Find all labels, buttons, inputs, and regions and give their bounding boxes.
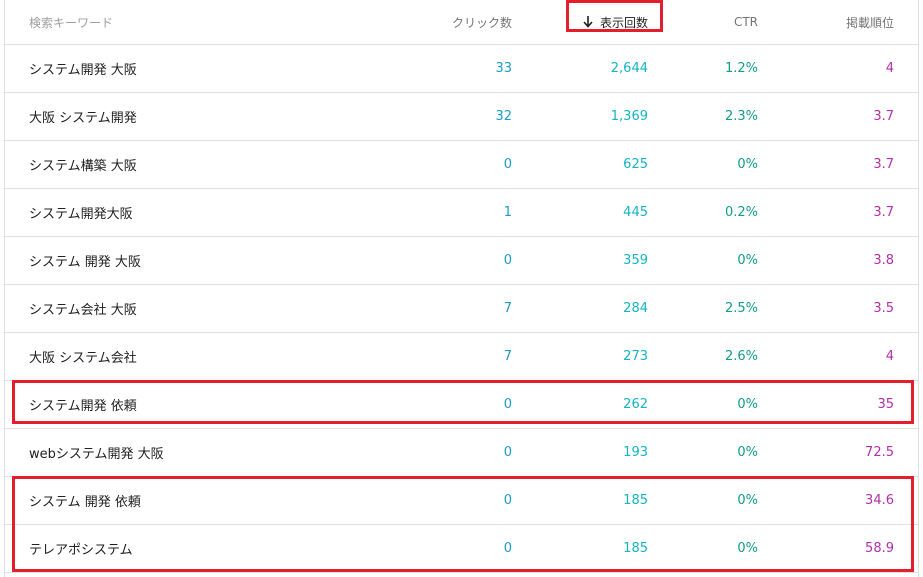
table-row[interactable]: webシステム開発 大阪 0 193 0% 72.5 [5,429,918,477]
clicks-cell: 1 [503,205,512,220]
impressions-cell: 193 [623,445,648,460]
keyword-cell: システム会社 大阪 [29,303,137,318]
keyword-cell: システム構築 大阪 [29,159,137,174]
ctr-cell: 2.6% [724,349,758,364]
position-cell: 3.8 [873,253,894,268]
impressions-cell: 284 [623,301,648,316]
column-header-clicks[interactable]: クリック数 [452,0,512,44]
position-cell: 58.9 [865,541,894,556]
keyword-cell: テレアポシステム [29,543,133,558]
column-header-impressions-label: 表示回数 [599,15,648,30]
arrow-down-icon [583,16,593,28]
table-row[interactable]: システム会社 大阪 7 284 2.5% 3.5 [5,285,918,333]
position-cell: 35 [877,397,894,412]
clicks-cell: 0 [503,157,512,172]
keyword-cell: システム 開発 大阪 [29,255,141,270]
clicks-cell: 7 [503,349,512,364]
table-header-row: 検索キーワード クリック数 表示回数 CTR 掲載順位 [5,0,918,45]
table-row[interactable]: 大阪 システム開発 32 1,369 2.3% 3.7 [5,93,918,141]
impressions-cell: 262 [623,397,648,412]
impressions-cell: 185 [623,493,648,508]
ctr-cell: 2.3% [724,109,758,124]
ctr-cell: 1.2% [724,61,758,76]
column-header-ctr[interactable]: CTR [734,0,758,44]
position-cell: 4 [885,349,894,364]
table-row[interactable]: システム開発 大阪 33 2,644 1.2% 4 [5,45,918,93]
table-row[interactable]: システム開発 依頼 0 262 0% 35 [5,381,918,429]
impressions-cell: 2,644 [610,61,648,76]
ctr-cell: 0% [737,445,758,460]
position-cell: 4 [885,61,894,76]
position-cell: 34.6 [865,493,894,508]
column-header-impressions[interactable]: 表示回数 [583,0,648,44]
keyword-cell: webシステム開発 大阪 [29,447,164,462]
impressions-cell: 625 [623,157,648,172]
position-cell: 3.5 [873,301,894,316]
position-cell: 3.7 [873,205,894,220]
position-cell: 3.7 [873,109,894,124]
clicks-cell: 7 [503,301,512,316]
ctr-cell: 0% [737,493,758,508]
impressions-cell: 185 [623,541,648,556]
position-cell: 72.5 [865,445,894,460]
search-query-table: 検索キーワード クリック数 表示回数 CTR 掲載順位 システム開発 大阪 33… [4,0,919,577]
table-row[interactable]: システム構築 大阪 0 625 0% 3.7 [5,141,918,189]
table-row[interactable]: システム 開発 大阪 0 359 0% 3.8 [5,237,918,285]
table-row[interactable]: システム 開発 依頼 0 185 0% 34.6 [5,477,918,525]
ctr-cell: 0% [737,253,758,268]
ctr-cell: 0% [737,397,758,412]
column-header-position[interactable]: 掲載順位 [846,0,894,44]
impressions-cell: 1,369 [610,109,648,124]
impressions-cell: 273 [623,349,648,364]
ctr-cell: 0% [737,157,758,172]
clicks-cell: 0 [503,253,512,268]
clicks-cell: 0 [503,445,512,460]
table-row[interactable]: テレアポシステム 0 185 0% 58.9 [5,525,918,573]
keyword-cell: 大阪 システム開発 [29,111,137,126]
clicks-cell: 32 [495,109,512,124]
keyword-cell: 大阪 システム会社 [29,351,137,366]
clicks-cell: 0 [503,493,512,508]
ctr-cell: 2.5% [724,301,758,316]
clicks-cell: 0 [503,397,512,412]
position-cell: 3.7 [873,157,894,172]
keyword-cell: システム 開発 依頼 [29,495,141,510]
table-row[interactable]: 大阪 システム会社 7 273 2.6% 4 [5,333,918,381]
table-row[interactable]: システム開発大阪 1 445 0.2% 3.7 [5,189,918,237]
clicks-cell: 0 [503,541,512,556]
keyword-cell: システム開発 大阪 [29,63,137,78]
keyword-cell: システム開発大阪 [29,207,133,222]
ctr-cell: 0.2% [724,205,758,220]
column-header-keyword[interactable]: 検索キーワード [29,0,113,44]
impressions-cell: 359 [623,253,648,268]
ctr-cell: 0% [737,541,758,556]
impressions-cell: 445 [623,205,648,220]
clicks-cell: 33 [495,61,512,76]
keyword-cell: システム開発 依頼 [29,399,137,414]
